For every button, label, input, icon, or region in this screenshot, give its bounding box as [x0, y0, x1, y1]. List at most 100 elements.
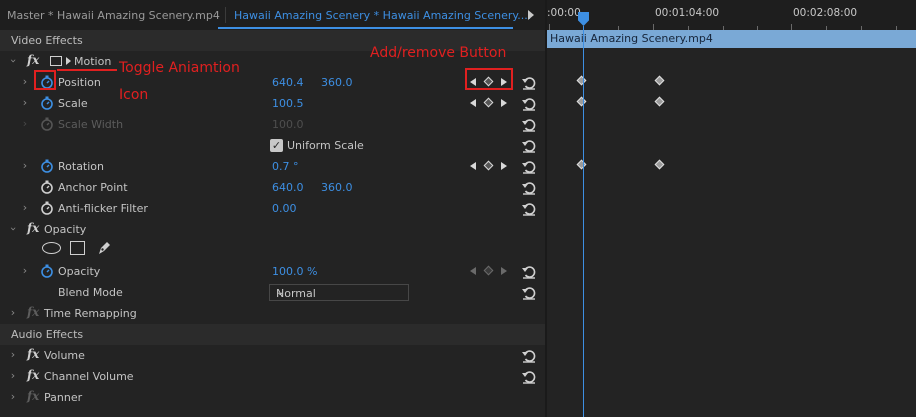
fx-toggle-icon[interactable]: fx [27, 221, 39, 235]
chevron-right-icon[interactable]: › [20, 96, 30, 110]
reset-icon[interactable] [521, 264, 537, 279]
opacity-label: Opacity [58, 265, 101, 278]
stopwatch-icon[interactable] [40, 180, 54, 194]
chevron-right-icon[interactable]: › [8, 369, 18, 383]
tab-sequence-clip[interactable]: Hawaii Amazing Scenery * Hawaii Amazing … [234, 6, 531, 26]
chevron-right-icon[interactable]: › [8, 390, 18, 404]
toggle-animation-annotation: Toggle Aniamtion [119, 60, 240, 76]
add-remove-keyframe-icon[interactable] [483, 97, 494, 108]
scale-width-label: Scale Width [58, 118, 124, 131]
reset-icon[interactable] [521, 348, 537, 363]
fx-toggle-icon[interactable]: fx [27, 347, 39, 361]
reset-icon[interactable] [521, 75, 537, 90]
chevron-right-icon[interactable]: › [8, 306, 18, 320]
stopwatch-icon[interactable] [40, 201, 54, 215]
channel-volume-row[interactable]: › fx Channel Volume [0, 366, 545, 387]
keyframe-marker[interactable] [654, 96, 665, 107]
time-remapping-row[interactable]: › fx Time Remapping [0, 303, 545, 324]
keyframe-marker[interactable] [576, 159, 587, 170]
panel-tab-bar: Master * Hawaii Amazing Scenery.mp4 Hawa… [0, 0, 545, 30]
keyframe-marker[interactable] [576, 96, 587, 107]
stopwatch-active-icon[interactable] [40, 96, 54, 110]
reset-icon[interactable] [521, 285, 537, 300]
ellipse-mask-icon[interactable] [42, 242, 61, 254]
reset-icon[interactable] [521, 159, 537, 174]
next-keyframe-icon[interactable] [501, 267, 507, 275]
prev-keyframe-icon[interactable] [470, 99, 476, 107]
reset-icon[interactable] [521, 180, 537, 195]
tab-master-clip[interactable]: Master * Hawaii Amazing Scenery.mp4 [7, 6, 220, 26]
reset-icon[interactable] [521, 96, 537, 111]
uniform-scale-checkbox[interactable]: ✓ [270, 139, 283, 152]
reset-icon[interactable] [521, 138, 537, 153]
stopwatch-disabled-icon [41, 117, 53, 131]
panner-label: Panner [44, 391, 83, 404]
annotation-pointer-line [57, 69, 117, 71]
motion-play-icon [66, 57, 71, 65]
prev-keyframe-icon[interactable] [470, 267, 476, 275]
rectangle-mask-icon[interactable] [70, 241, 85, 255]
opacity-value[interactable]: 100.0 % [272, 265, 317, 278]
add-remove-keyframe-icon[interactable] [483, 265, 494, 276]
panner-row[interactable]: › fx Panner [0, 387, 545, 408]
rotation-label: Rotation [58, 160, 105, 173]
keyframe-marker[interactable] [654, 159, 665, 170]
anti-flicker-label: Anti-flicker Filter [58, 202, 148, 215]
clip-bar[interactable]: Hawaii Amazing Scenery.mp4 [547, 30, 916, 48]
opacity-row: › Opacity 100.0 % [0, 261, 545, 282]
add-remove-keyframe-icon[interactable] [483, 160, 494, 171]
mask-tools-row [0, 238, 545, 259]
opacity-effect-row[interactable]: › fx Opacity [0, 219, 545, 240]
chevron-down-icon[interactable]: › [6, 224, 20, 234]
motion-transform-icon[interactable] [50, 56, 62, 66]
pen-mask-icon[interactable] [96, 240, 112, 256]
anti-flicker-value[interactable]: 0.00 [272, 202, 297, 215]
reset-icon[interactable] [521, 201, 537, 216]
video-effects-label: Video Effects [11, 34, 83, 47]
anchor-x-value[interactable]: 640.0 [272, 181, 304, 194]
prev-keyframe-icon[interactable] [470, 162, 476, 170]
time-label: 00:01:04:00 [655, 7, 720, 19]
position-row: › Position 640.4 360.0 [0, 72, 545, 93]
playhead-line[interactable] [583, 26, 584, 417]
position-x-value[interactable]: 640.4 [272, 76, 304, 89]
add-remove-highlight [465, 68, 513, 90]
active-tab-indicator [218, 27, 513, 29]
chevron-right-icon[interactable]: › [20, 201, 30, 215]
play-only-arrow-icon[interactable] [528, 10, 534, 20]
scale-width-value: 100.0 [272, 118, 304, 131]
chevron-right-icon[interactable]: › [8, 348, 18, 362]
keyframe-marker[interactable] [576, 75, 587, 86]
fx-toggle-icon[interactable]: fx [27, 53, 39, 67]
channel-volume-label: Channel Volume [44, 370, 134, 383]
position-y-value[interactable]: 360.0 [321, 76, 353, 89]
chevron-right-icon[interactable]: › [20, 75, 30, 89]
tab-divider [225, 7, 226, 23]
scale-value[interactable]: 100.5 [272, 97, 304, 110]
time-label: 00:02:08:00 [793, 7, 858, 19]
keyframe-timeline[interactable]: :00:00 00:01:04:00 00:02:08:00 Hawaii Am… [547, 0, 916, 417]
keyframe-marker[interactable] [654, 75, 665, 86]
chevron-down-icon[interactable]: › [6, 56, 20, 66]
fx-toggle-icon[interactable]: fx [27, 368, 39, 382]
uniform-scale-row: ✓ Uniform Scale [0, 135, 545, 156]
effect-controls-window: Master * Hawaii Amazing Scenery.mp4 Hawa… [0, 0, 916, 417]
anti-flicker-row: › Anti-flicker Filter 0.00 [0, 198, 545, 219]
stopwatch-active-icon[interactable] [40, 264, 54, 278]
blend-mode-label: Blend Mode [58, 286, 123, 299]
reset-icon[interactable] [521, 117, 537, 132]
chevron-right-icon[interactable]: › [20, 264, 30, 278]
next-keyframe-icon[interactable] [501, 162, 507, 170]
stopwatch-active-icon[interactable] [40, 159, 54, 173]
time-remapping-label: Time Remapping [44, 307, 137, 320]
next-keyframe-icon[interactable] [501, 99, 507, 107]
reset-icon[interactable] [521, 369, 537, 384]
volume-row[interactable]: › fx Volume [0, 345, 545, 366]
time-ruler[interactable]: :00:00 00:01:04:00 00:02:08:00 [547, 0, 916, 30]
blend-mode-select[interactable]: Normal ⌄ [269, 284, 409, 301]
rotation-value[interactable]: 0.7 ° [272, 160, 299, 173]
anchor-y-value[interactable]: 360.0 [321, 181, 353, 194]
chevron-right-icon[interactable]: › [20, 159, 30, 173]
scale-label: Scale [58, 97, 88, 110]
audio-effects-label: Audio Effects [11, 328, 84, 341]
